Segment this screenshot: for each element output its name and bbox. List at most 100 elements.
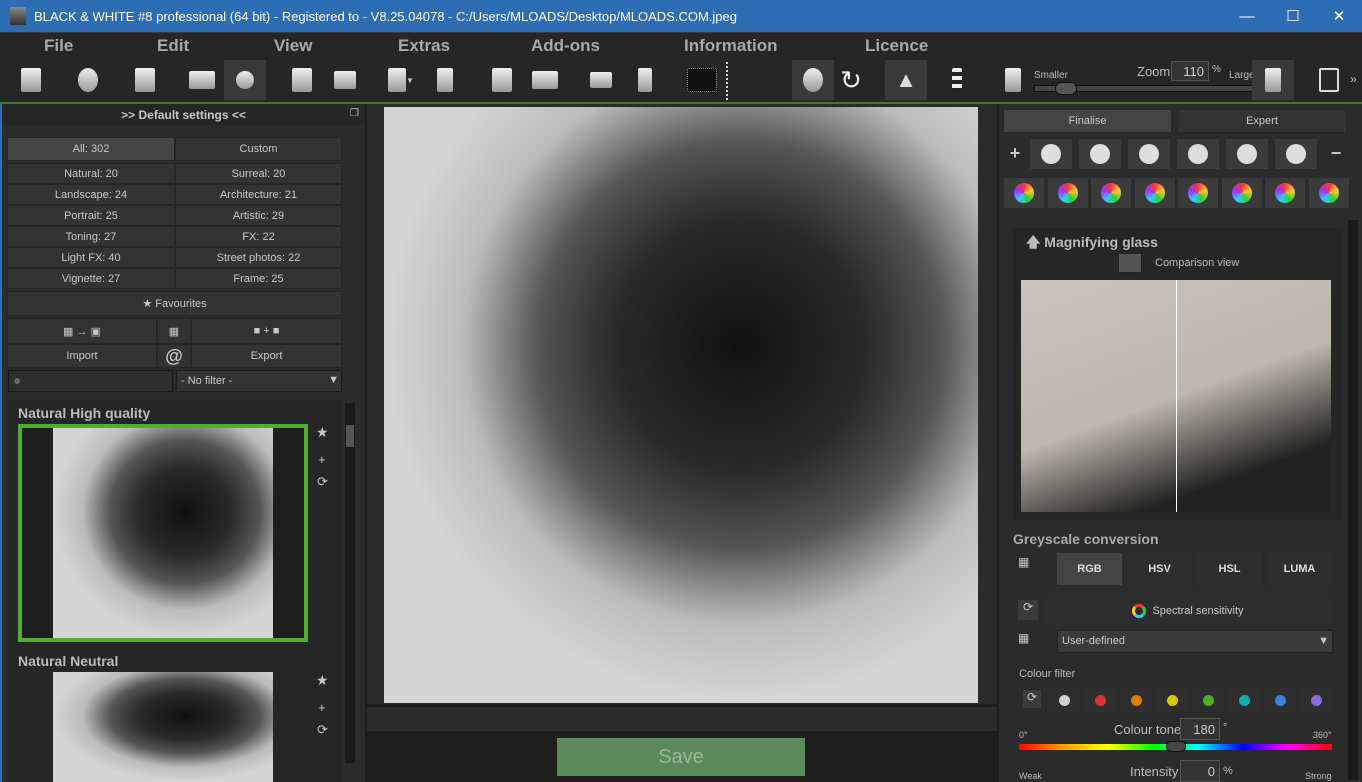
- favourite-star-icon[interactable]: ★: [316, 672, 329, 689]
- drop-icon[interactable]: [1275, 139, 1317, 169]
- preset-thumbnail[interactable]: [53, 672, 273, 782]
- zoom-icon[interactable]: [1030, 139, 1072, 169]
- category-button[interactable]: Toning: 27: [7, 226, 175, 247]
- tab-finalise[interactable]: Finalise: [1003, 109, 1172, 133]
- dial-icon[interactable]: [1226, 139, 1268, 169]
- category-button[interactable]: Vignette: 27: [7, 268, 175, 289]
- filter-dropdown[interactable]: - No filter - ▼: [176, 370, 342, 392]
- export-button[interactable]: Export: [191, 344, 342, 368]
- tab-custom[interactable]: Custom: [175, 137, 342, 161]
- more-tools-button[interactable]: »: [1350, 72, 1357, 86]
- nodes-icon[interactable]: [1221, 178, 1262, 208]
- share-icon[interactable]: [424, 60, 466, 100]
- raw-icon[interactable]: [181, 60, 223, 100]
- export-dropdown-icon[interactable]: ▼: [380, 60, 422, 100]
- minimize-button[interactable]: —: [1224, 0, 1270, 32]
- add-icon[interactable]: +: [318, 700, 326, 715]
- menu-view[interactable]: View: [274, 36, 312, 56]
- save-button[interactable]: Save: [557, 738, 805, 776]
- save-as-icon[interactable]: [481, 60, 523, 100]
- preset-scrollbar[interactable]: [345, 403, 355, 763]
- info-icon[interactable]: [624, 60, 666, 100]
- preset-grid-icon[interactable]: ▦: [1018, 631, 1050, 653]
- reset-rotate-icon[interactable]: [792, 60, 834, 100]
- category-button[interactable]: Surreal: 20: [175, 163, 342, 184]
- dither-icon[interactable]: [936, 60, 978, 100]
- colour-filter-swatch[interactable]: [1227, 688, 1261, 712]
- mode-rgb-button[interactable]: RGB: [1057, 553, 1122, 585]
- smaller-icon[interactable]: [992, 60, 1034, 100]
- film-icon[interactable]: [1128, 139, 1170, 169]
- comparison-divider[interactable]: [1176, 280, 1177, 512]
- magnifier-preview[interactable]: [1021, 280, 1331, 512]
- reset-filter-icon[interactable]: ⟳: [1023, 690, 1041, 708]
- reset-icon[interactable]: ⟳: [1018, 600, 1038, 620]
- aperture-icon[interactable]: [1308, 178, 1349, 208]
- colour-filter-swatch[interactable]: [1083, 688, 1117, 712]
- refresh-icon[interactable]: ⟳: [317, 722, 328, 738]
- category-button[interactable]: Landscape: 24: [7, 184, 175, 205]
- category-button[interactable]: Street photos: 22: [175, 247, 342, 268]
- mode-luma-button[interactable]: LUMA: [1267, 553, 1332, 585]
- image-canvas[interactable]: [367, 104, 997, 704]
- remove-tool-button[interactable]: −: [1326, 143, 1346, 167]
- category-button[interactable]: Artistic: 29: [175, 205, 342, 226]
- scrollbar-thumb[interactable]: [346, 425, 354, 447]
- export-icon[interactable]: ■ + ■: [191, 318, 342, 344]
- preset-search-icon[interactable]: ▦: [157, 318, 191, 344]
- zoom-input[interactable]: 110: [1171, 61, 1209, 81]
- intensity-input[interactable]: 0: [1180, 760, 1220, 782]
- add-tool-button[interactable]: +: [1005, 143, 1025, 167]
- print-icon[interactable]: [324, 60, 366, 100]
- compare-icon[interactable]: [524, 60, 566, 100]
- favourites-button[interactable]: ★ Favourites: [7, 291, 342, 316]
- mirror-icon[interactable]: ▲: [885, 60, 927, 100]
- add-icon[interactable]: +: [318, 452, 326, 467]
- menu-extras[interactable]: Extras: [398, 36, 450, 56]
- histogram-icon[interactable]: [681, 60, 723, 100]
- menu-licence[interactable]: Licence: [865, 36, 928, 56]
- category-button[interactable]: Portrait: 25: [7, 205, 175, 226]
- comparison-toggle[interactable]: [1118, 253, 1142, 273]
- email-button[interactable]: @: [157, 344, 191, 368]
- tone-icon[interactable]: [1004, 178, 1044, 208]
- category-button[interactable]: Light FX: 40: [7, 247, 175, 268]
- colour-tone-input[interactable]: 180: [1180, 718, 1220, 740]
- colour-tone-slider[interactable]: [1019, 741, 1332, 752]
- brush-icon[interactable]: [1265, 178, 1305, 208]
- wand-icon[interactable]: [1091, 178, 1131, 208]
- split-view-icon[interactable]: [580, 60, 622, 100]
- collapse-arrow-icon[interactable]: 🡅: [1026, 234, 1044, 250]
- save-icon[interactable]: [281, 60, 323, 100]
- undock-icon[interactable]: ❐: [350, 108, 359, 119]
- mode-hsv-button[interactable]: HSV: [1127, 553, 1192, 585]
- menu-information[interactable]: Information: [684, 36, 778, 56]
- colour-filter-swatch[interactable]: [1263, 688, 1297, 712]
- batch-icon[interactable]: [124, 60, 166, 100]
- redo-icon[interactable]: ↻: [830, 60, 872, 100]
- conversion-preset-dropdown[interactable]: User-defined ▼: [1057, 630, 1333, 653]
- colour-filter-swatch[interactable]: [1155, 688, 1189, 712]
- settings-icon[interactable]: [224, 60, 266, 100]
- tab-expert[interactable]: Expert: [1177, 109, 1347, 133]
- menu-addons[interactable]: Add-ons: [531, 36, 600, 56]
- preset-thumbnail-selected[interactable]: [18, 424, 308, 642]
- category-button[interactable]: Natural: 20: [7, 163, 175, 184]
- contrast-icon[interactable]: [1079, 139, 1121, 169]
- spectral-sensitivity-button[interactable]: Spectral sensitivity: [1043, 599, 1333, 623]
- close-button[interactable]: ✕: [1316, 0, 1362, 32]
- grain-icon[interactable]: [1047, 178, 1088, 208]
- refresh-icon[interactable]: ⟳: [317, 474, 328, 490]
- category-button[interactable]: FX: 22: [175, 226, 342, 247]
- colour-filter-swatch[interactable]: [1191, 688, 1225, 712]
- menu-file[interactable]: File: [44, 36, 73, 56]
- colour-filter-swatch[interactable]: [1299, 688, 1333, 712]
- new-file-icon[interactable]: [10, 60, 52, 100]
- colour-filter-swatch[interactable]: [1047, 688, 1081, 712]
- zoom-slider[interactable]: [1034, 82, 1256, 95]
- menu-edit[interactable]: Edit: [157, 36, 189, 56]
- colour-balance-icon[interactable]: [1177, 139, 1219, 169]
- maximize-button[interactable]: ☐: [1270, 0, 1316, 32]
- history-icon[interactable]: [67, 60, 109, 100]
- tools-scrollbar[interactable]: [1348, 220, 1358, 780]
